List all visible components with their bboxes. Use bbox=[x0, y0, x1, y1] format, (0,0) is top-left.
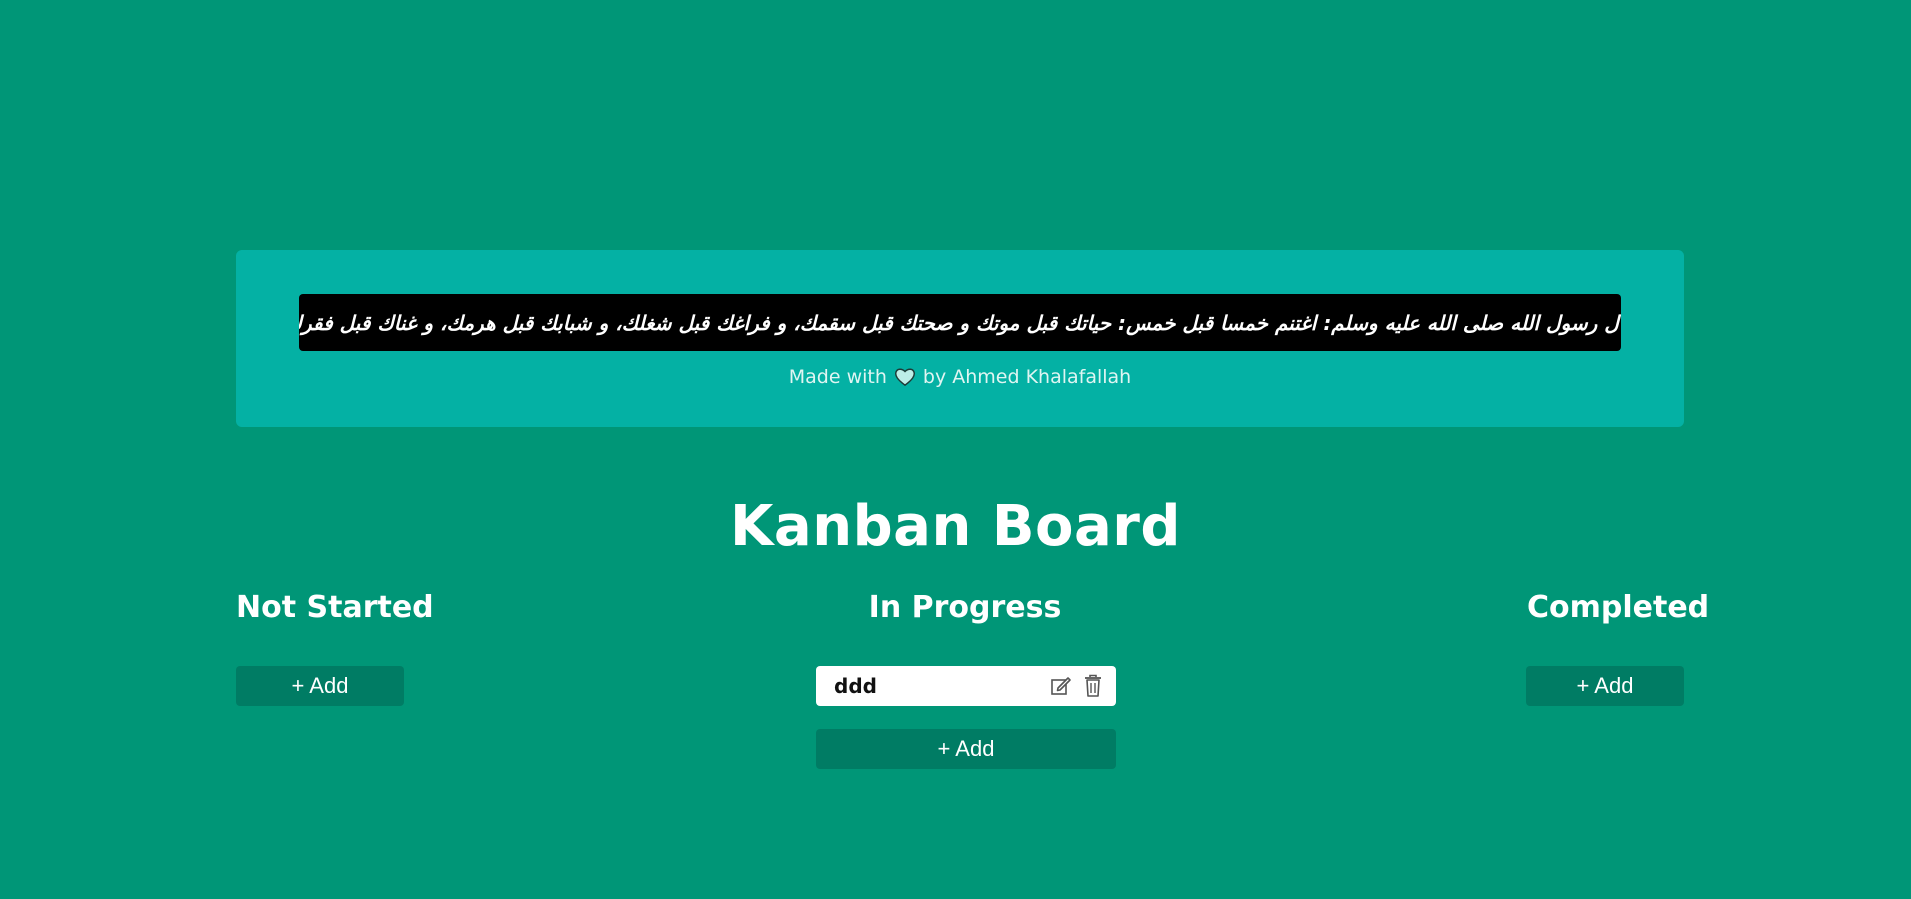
heart-icon bbox=[893, 366, 917, 388]
task-card[interactable]: ddd bbox=[816, 666, 1116, 706]
credit-prefix: Made with bbox=[788, 366, 887, 388]
trash-icon[interactable] bbox=[1080, 673, 1106, 699]
add-button-not-started[interactable]: + Add bbox=[236, 666, 404, 706]
column-title-completed: Completed bbox=[1527, 590, 1710, 625]
column-title-in-progress: In Progress bbox=[868, 590, 1062, 625]
add-button-in-progress[interactable]: + Add bbox=[816, 729, 1116, 769]
quote-banner: قال رسول الله صلى الله عليه وسلم: اغتنم … bbox=[236, 250, 1684, 427]
add-button-completed[interactable]: + Add bbox=[1526, 666, 1684, 706]
credit-line: Made with by Ahmed Khalafallah bbox=[236, 366, 1684, 388]
edit-icon[interactable] bbox=[1048, 673, 1074, 699]
page-title: Kanban Board bbox=[730, 494, 1181, 559]
task-card-text: ddd bbox=[834, 674, 877, 698]
hadith-quote: قال رسول الله صلى الله عليه وسلم: اغتنم … bbox=[299, 294, 1621, 351]
credit-suffix: by Ahmed Khalafallah bbox=[922, 366, 1132, 388]
column-title-not-started: Not Started bbox=[236, 590, 434, 625]
